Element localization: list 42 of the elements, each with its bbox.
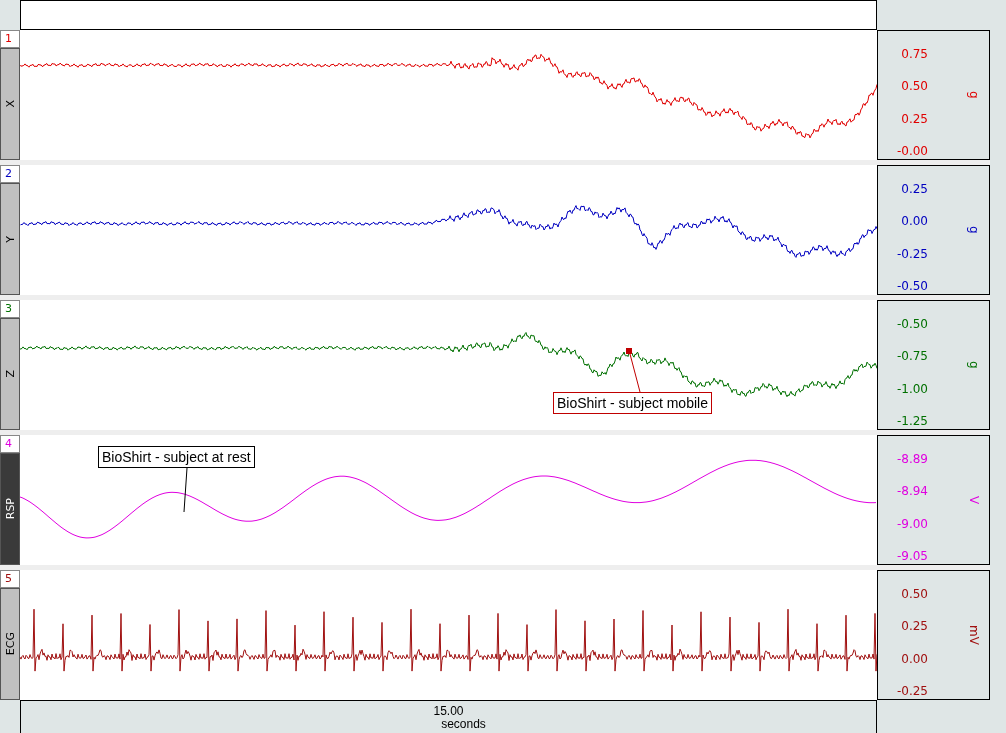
tick-label: -9.05: [895, 549, 928, 564]
channel-label[interactable]: ECG: [0, 588, 20, 700]
tick-label: -0.75: [895, 349, 928, 365]
unit-label: g: [967, 91, 981, 99]
channel-number: 2: [0, 165, 20, 183]
tick-label: 0.50: [900, 79, 928, 95]
channel-label[interactable]: RSP: [0, 453, 20, 565]
leader-line: [183, 467, 188, 513]
tick-label: -8.94: [895, 484, 928, 500]
tick-label: 0.75: [900, 47, 928, 62]
unit-label: g: [967, 361, 981, 369]
tick-label: -1.25: [895, 414, 928, 429]
tick-label: 0.25: [900, 619, 928, 635]
tick-label: 0.00: [900, 651, 928, 667]
channel-label[interactable]: X: [0, 48, 20, 160]
tick-label: -1.00: [895, 381, 928, 397]
channel-number: 5: [0, 570, 20, 588]
unit-label: mV: [967, 625, 981, 645]
tick-label: -0.25: [895, 246, 928, 262]
tick-label: -9.00: [895, 516, 928, 532]
channel-number: 1: [0, 30, 20, 48]
channel-number: 3: [0, 300, 20, 318]
tick-label: 0.25: [900, 182, 928, 197]
axis-title: seconds: [441, 718, 486, 731]
tick-label: -0.25: [895, 684, 928, 699]
channel-label[interactable]: Z: [0, 318, 20, 430]
unit-label: g: [967, 226, 981, 234]
event-marker[interactable]: [626, 348, 632, 354]
annotation-label[interactable]: BioShirt - subject at rest: [98, 446, 255, 468]
tick-label: 15.00: [433, 705, 464, 718]
tick-label: 0.25: [900, 111, 928, 127]
leader-line: [629, 353, 641, 393]
tick-label: 0.50: [900, 587, 928, 602]
tick-label: -0.50: [895, 279, 928, 294]
tick-label: -0.00: [895, 144, 928, 159]
unit-label: V: [967, 495, 981, 505]
channel-label[interactable]: Y: [0, 183, 20, 295]
annotation-label[interactable]: BioShirt - subject mobile: [553, 392, 712, 414]
tick-label: -0.50: [895, 317, 928, 332]
channel-number: 4: [0, 435, 20, 453]
tick-label: -8.89: [895, 452, 928, 467]
tick-label: 0.00: [900, 214, 928, 230]
